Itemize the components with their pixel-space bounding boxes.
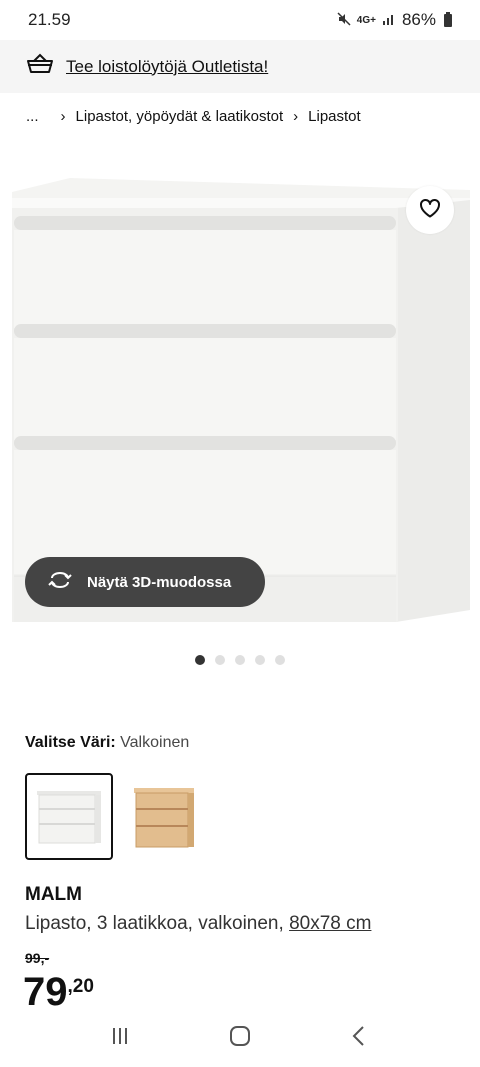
product-name: MALM xyxy=(25,884,82,905)
price-integer: 79 xyxy=(23,970,68,1014)
network-type: 4G+ xyxy=(356,14,376,26)
back-button[interactable] xyxy=(348,1024,372,1053)
favorite-button[interactable] xyxy=(406,186,454,234)
signal-icon xyxy=(382,12,396,29)
battery-icon xyxy=(444,11,452,27)
view-3d-label: Näytä 3D-muodossa xyxy=(87,573,232,591)
carousel-dot[interactable] xyxy=(215,655,225,665)
mute-icon xyxy=(337,11,351,29)
product-size-link[interactable]: 80x78 cm xyxy=(289,913,371,934)
product-description-text: Lipasto, 3 laatikkoa, valkoinen, xyxy=(25,913,290,934)
breadcrumb: ... › Lipastot, yöpöydät & laatikostot ›… xyxy=(26,108,361,125)
product-description: Lipasto, 3 laatikkoa, valkoinen, 80x78 c… xyxy=(25,913,371,935)
color-value: Valkoinen xyxy=(120,734,190,751)
promo-banner[interactable]: Tee loistolöytöjä Outletista! xyxy=(0,40,480,93)
breadcrumb-ellipsis[interactable]: ... xyxy=(26,108,39,125)
color-option-oak[interactable] xyxy=(120,773,208,860)
view-3d-button[interactable]: Näytä 3D-muodossa xyxy=(25,557,265,607)
color-option-white[interactable] xyxy=(25,773,113,860)
carousel-dot[interactable] xyxy=(275,655,285,665)
battery-percent: 86% xyxy=(401,10,436,29)
chevron-right-icon: › xyxy=(60,108,66,125)
carousel-dot[interactable] xyxy=(255,655,265,665)
promo-link[interactable]: Tee loistolöytöjä Outletista! xyxy=(66,57,268,77)
breadcrumb-item[interactable]: Lipastot xyxy=(308,108,361,125)
price-decimal: ,20 xyxy=(67,976,94,997)
white-dresser-thumbnail xyxy=(37,790,101,843)
carousel-dots xyxy=(195,655,285,665)
home-button[interactable] xyxy=(228,1024,252,1053)
old-price: 99,- xyxy=(25,950,50,966)
status-bar: 21.59 4G+ 86% xyxy=(0,0,480,40)
system-nav-bar xyxy=(0,1010,480,1067)
carousel-dot[interactable] xyxy=(235,655,245,665)
basket-icon xyxy=(26,52,54,81)
recent-apps-button[interactable] xyxy=(108,1024,132,1053)
current-price: 79 ,20 xyxy=(23,968,94,1016)
status-icons: 4G+ 86% xyxy=(337,10,452,30)
breadcrumb-item[interactable]: Lipastot, yöpöydät & laatikostot xyxy=(76,108,284,125)
color-label-title: Valitse Väri: xyxy=(25,734,116,751)
status-time: 21.59 xyxy=(28,10,71,29)
oak-dresser-thumbnail xyxy=(134,787,194,847)
rotate-3d-icon xyxy=(47,570,73,594)
heart-icon xyxy=(418,196,442,225)
color-selector-label: Valitse Väri: Valkoinen xyxy=(25,734,189,752)
carousel-dot-active[interactable] xyxy=(195,655,205,665)
chevron-right-icon: › xyxy=(293,108,299,125)
